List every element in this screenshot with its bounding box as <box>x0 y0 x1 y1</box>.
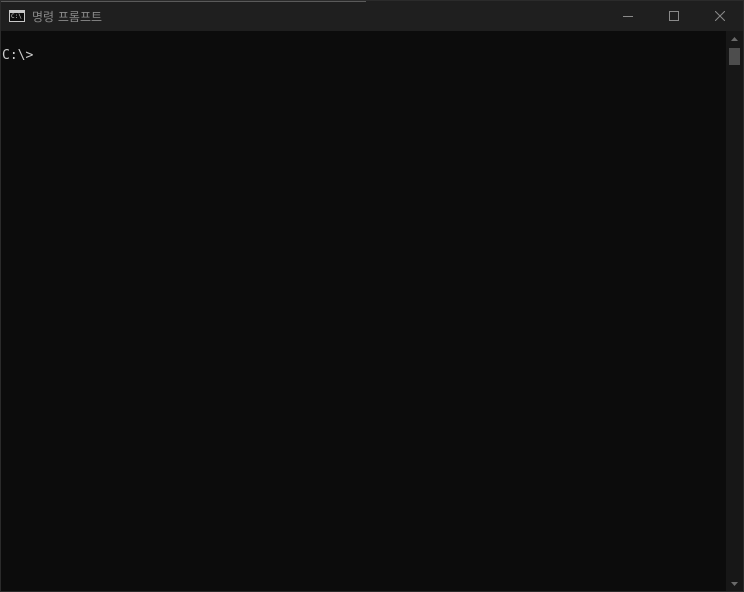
scroll-up-icon <box>731 36 738 41</box>
minimize-button[interactable] <box>605 1 651 31</box>
command-prompt-line: C:\> <box>2 48 34 63</box>
scroll-thumb[interactable] <box>729 48 740 65</box>
window-controls <box>605 1 743 31</box>
scroll-up-button[interactable] <box>726 31 743 46</box>
window-title: 명령 프롬프트 <box>32 9 103 24</box>
command-prompt-window: C:\ 명령 프롬프트 C:\> <box>0 0 744 592</box>
console-output[interactable]: C:\> <box>1 31 725 591</box>
cmd-icon-text: C:\ <box>11 13 22 20</box>
scroll-down-icon <box>731 581 738 586</box>
close-button[interactable] <box>697 1 743 31</box>
title-bar[interactable]: C:\ 명령 프롬프트 <box>1 1 743 31</box>
vertical-scrollbar[interactable] <box>726 31 743 591</box>
title-bar-accent <box>1 1 366 2</box>
maximize-icon <box>669 11 679 21</box>
scroll-down-button[interactable] <box>726 576 743 591</box>
close-icon <box>715 11 725 21</box>
cmd-icon[interactable]: C:\ <box>9 10 25 22</box>
minimize-icon <box>623 16 633 17</box>
maximize-button[interactable] <box>651 1 697 31</box>
